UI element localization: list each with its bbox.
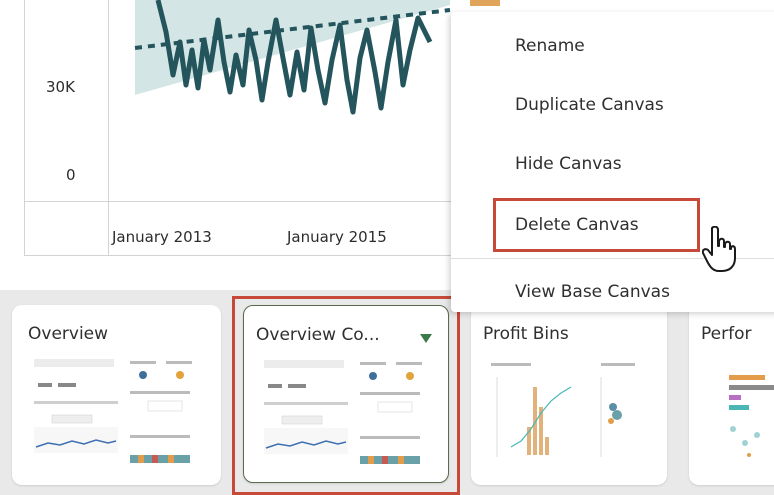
canvas-tab-overview[interactable]: Overview: [12, 305, 221, 485]
menu-item-rename[interactable]: Rename: [515, 36, 585, 56]
chart-bottom-border: [24, 255, 454, 256]
menu-item-duplicate-canvas[interactable]: Duplicate Canvas: [515, 95, 664, 115]
delete-canvas-highlight: [493, 198, 700, 252]
x-axis-line: [24, 201, 454, 202]
canvas-tab-profit-bins[interactable]: Profit Bins: [471, 305, 667, 485]
canvas-tab-title: Overview: [28, 324, 109, 344]
line-chart-plot: [134, 0, 451, 115]
canvas-thumbnail: [34, 359, 192, 463]
canvas-tab-performance[interactable]: Perfor: [689, 305, 774, 485]
canvas-tab-title: Profit Bins: [483, 324, 569, 344]
active-tab-highlight: [232, 296, 460, 495]
x-tick-label: January 2013: [112, 228, 212, 246]
x-tick-label: January 2015: [287, 228, 387, 246]
canvas-thumbnail: [729, 375, 774, 457]
partial-chart-mark: [470, 0, 500, 6]
hand-pointer-cursor-icon: [702, 226, 736, 272]
canvas-thumbnail: [491, 363, 635, 457]
menu-item-hide-canvas[interactable]: Hide Canvas: [515, 154, 622, 174]
canvas-tab-title: Perfor: [701, 324, 752, 344]
menu-item-view-base-canvas[interactable]: View Base Canvas: [515, 282, 670, 302]
